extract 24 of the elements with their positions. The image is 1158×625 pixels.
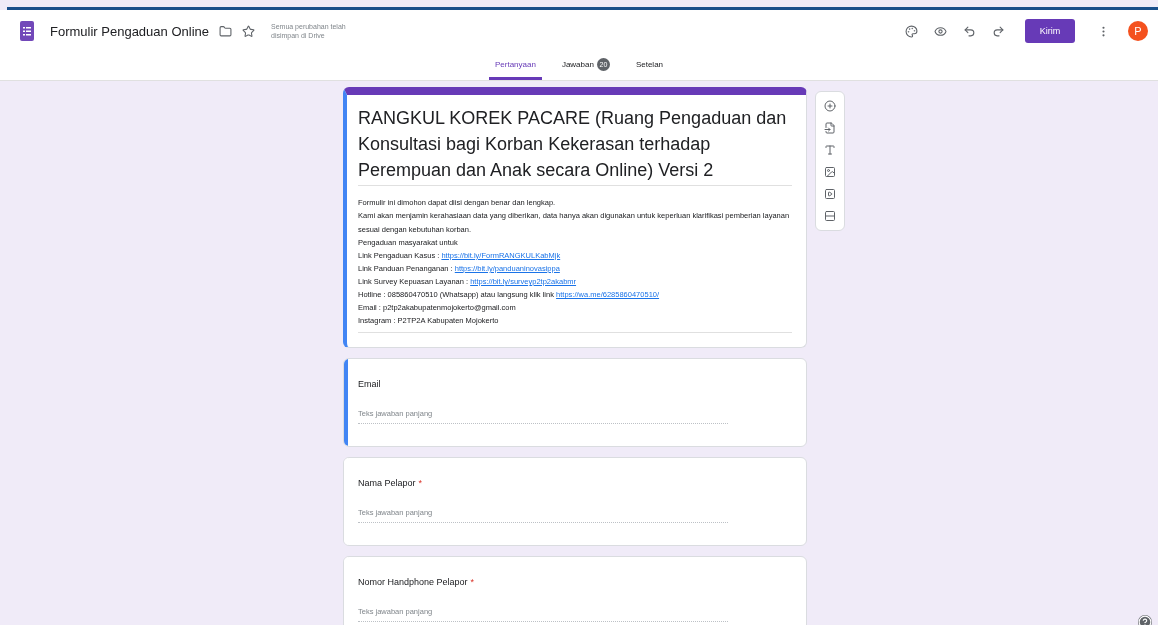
add-icon[interactable] bbox=[824, 100, 836, 112]
forms-logo-icon[interactable] bbox=[20, 21, 34, 41]
question-title: Email bbox=[358, 378, 381, 389]
section-icon[interactable] bbox=[824, 210, 836, 222]
undo-icon[interactable] bbox=[963, 24, 976, 38]
tab[interactable]: Setelan bbox=[629, 52, 670, 80]
question-title: Nama Pelapor bbox=[358, 477, 416, 488]
redo-icon[interactable] bbox=[992, 24, 1005, 38]
star-icon[interactable] bbox=[242, 24, 255, 38]
tab[interactable]: Pertanyaan bbox=[488, 52, 542, 80]
form-title[interactable]: RANGKUL KOREK PACARE (Ruang Pengaduan dan Konsultasi bagi Korban Kekerasan terhadap Perempuan dan Anak secara Online) Versi 2 bbox=[358, 105, 792, 187]
send-button[interactable]: Kirim bbox=[1025, 19, 1075, 43]
eye-icon[interactable] bbox=[934, 24, 947, 38]
required-mark: * bbox=[470, 576, 475, 587]
folder-icon[interactable] bbox=[219, 24, 232, 38]
document-title[interactable]: Formulir Pengaduan Online bbox=[50, 23, 209, 39]
image-icon[interactable] bbox=[824, 166, 836, 178]
help-icon[interactable] bbox=[1138, 615, 1152, 625]
text-icon[interactable] bbox=[824, 144, 836, 156]
palette-icon[interactable] bbox=[905, 24, 918, 38]
import-icon[interactable] bbox=[824, 122, 836, 134]
required-mark: * bbox=[418, 477, 423, 488]
video-icon[interactable] bbox=[824, 188, 836, 200]
question-title: Nomor Handphone Pelapor bbox=[358, 576, 468, 587]
